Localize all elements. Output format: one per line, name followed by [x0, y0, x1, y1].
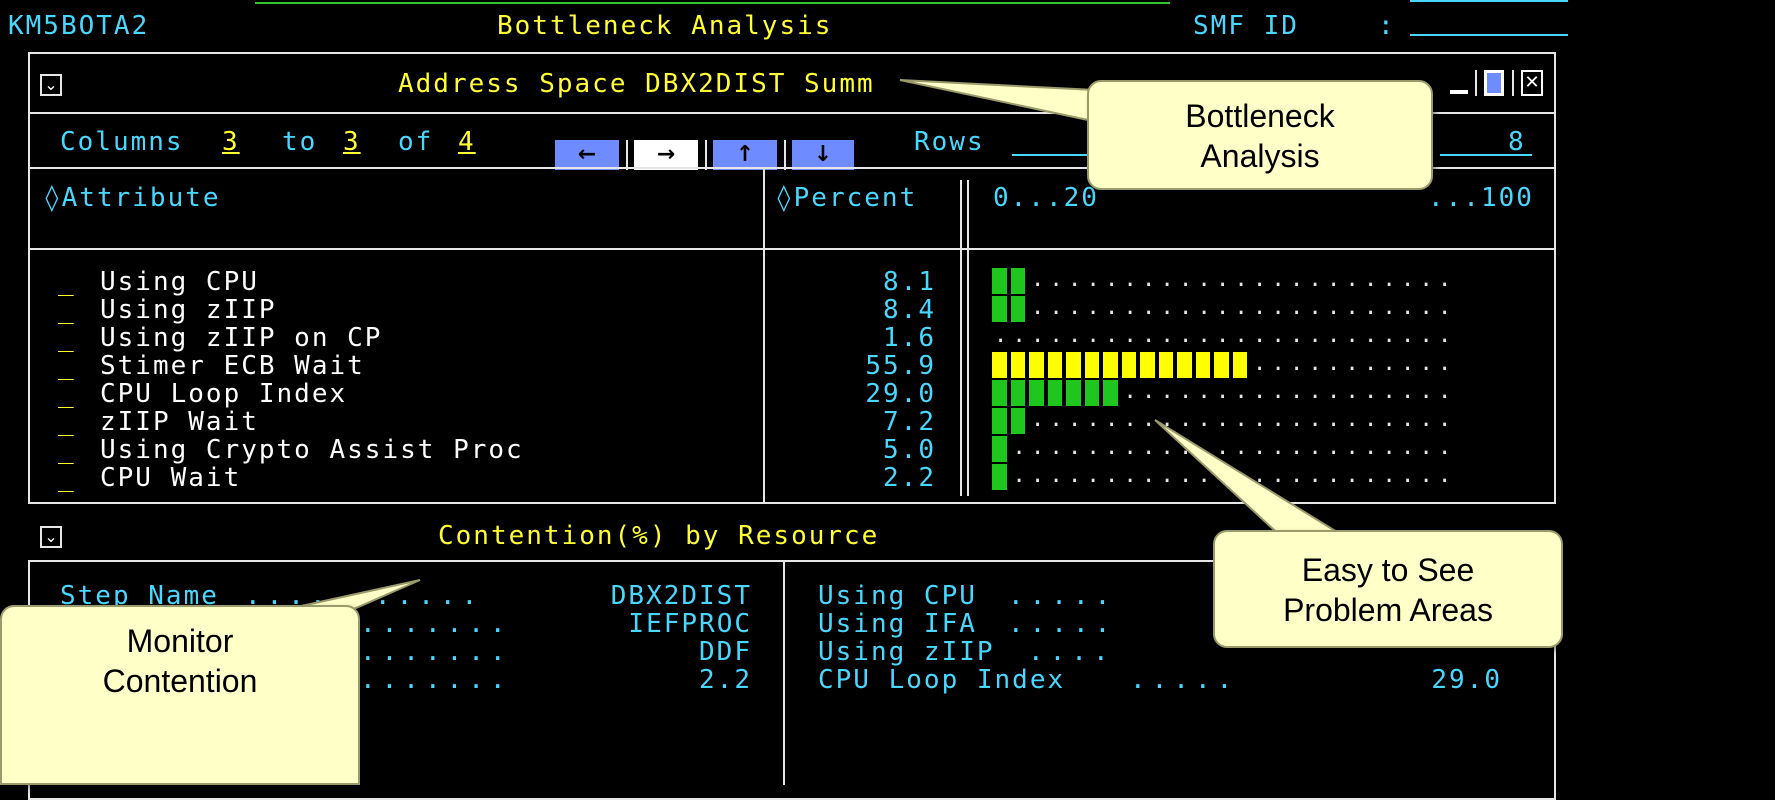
callout-line: Easy to See: [1301, 552, 1475, 588]
callout-line: Monitor: [126, 623, 234, 659]
problem-callout-pointer: [1154, 419, 1354, 541]
monitor-contention-callout: Monitor Contention: [0, 605, 360, 785]
bottleneck-analysis-callout: Bottleneck Analysis: [1087, 80, 1433, 190]
callout-line: Problem Areas: [1283, 592, 1493, 628]
callout-line: Analysis: [1200, 138, 1320, 174]
callout-line: Contention: [102, 663, 258, 699]
callout-line: Bottleneck: [1185, 98, 1335, 134]
problem-areas-callout: Easy to See Problem Areas: [1213, 530, 1563, 648]
